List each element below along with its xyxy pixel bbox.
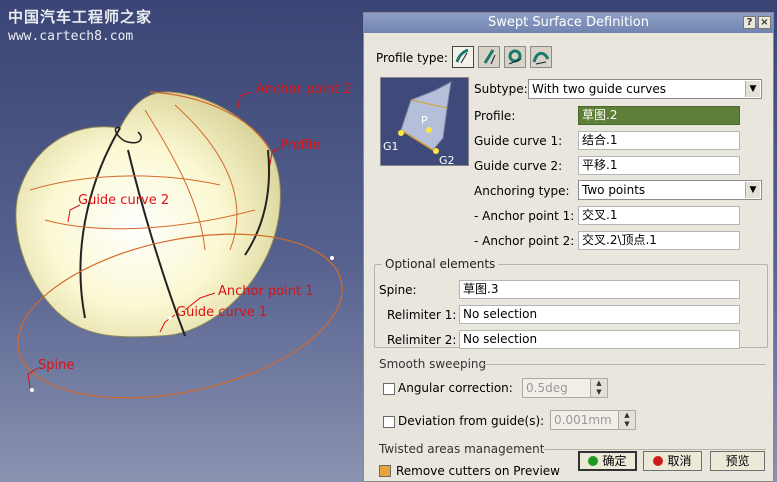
relimiter-1-field[interactable]: No selection	[459, 305, 740, 324]
relimiter-1-label: Relimiter 1:	[387, 308, 457, 322]
guide-curve-1-label: Guide curve 1:	[474, 134, 563, 148]
spinner-arrows-icon[interactable]: ▲ ▼	[590, 379, 607, 397]
cancel-button[interactable]: 取消	[643, 451, 702, 471]
label-profile: Profile	[280, 138, 321, 153]
guide-curve-1-field[interactable]: 结合.1	[578, 131, 740, 150]
dialog-title: Swept Surface Definition	[488, 15, 649, 30]
spine-label: Spine:	[379, 283, 417, 297]
twisted-areas-title: Twisted areas management	[379, 442, 545, 456]
label-guide-curve-1: Guide curve 1	[176, 305, 268, 320]
cancel-button-label: 取消	[667, 454, 692, 468]
preview-p-label: P	[421, 114, 428, 127]
angular-correction-input[interactable]: 0.5deg ▲ ▼	[522, 378, 608, 398]
anchoring-type-value: Two points	[582, 183, 646, 197]
swept-surface	[15, 91, 281, 338]
deviation-input[interactable]: 0.001mm ▲ ▼	[550, 410, 636, 430]
angular-correction-label: Angular correction:	[398, 381, 513, 395]
anchor-point-1-label: - Anchor point 1:	[474, 209, 575, 223]
remove-cutters-label: Remove cutters on Preview	[396, 464, 560, 478]
swept-surface-dialog: Swept Surface Definition ? × Profile typ…	[363, 12, 774, 482]
label-anchor-point-2: Anchor point 2	[256, 82, 352, 97]
optional-elements-title: Optional elements	[382, 257, 499, 271]
angular-correction-checkbox[interactable]	[383, 383, 395, 395]
subtype-label: Subtype:	[474, 82, 528, 96]
relimiter-2-label: Relimiter 2:	[387, 333, 457, 347]
ok-icon	[588, 456, 599, 466]
subtype-select[interactable]: With two guide curves ▼	[528, 79, 762, 99]
preview-g1-label: G1	[383, 140, 399, 153]
preview-button[interactable]: 预览	[710, 451, 765, 471]
explicit-profile-icon[interactable]	[452, 46, 474, 68]
conic-profile-icon[interactable]	[530, 46, 552, 68]
smooth-sweeping-divider	[484, 364, 766, 365]
watermark-title: 中国汽车工程师之家	[8, 8, 153, 26]
watermark-url: www.cartech8.com	[8, 29, 134, 44]
anchoring-type-select[interactable]: Two points ▼	[578, 180, 762, 200]
deviation-label: Deviation from guide(s):	[398, 414, 545, 428]
relimiter-2-field[interactable]: No selection	[459, 330, 740, 349]
subtype-value: With two guide curves	[532, 82, 666, 96]
cancel-icon	[653, 456, 664, 466]
label-anchor-point-1: Anchor point 1	[218, 284, 314, 299]
ok-button-label: 确定	[602, 454, 627, 468]
deviation-value: 0.001mm	[554, 413, 612, 427]
profile-field[interactable]: 草图.2	[578, 106, 740, 125]
anchor-point-2-field[interactable]: 交叉.2\顶点.1	[578, 231, 740, 250]
anchoring-type-label: Anchoring type:	[474, 184, 570, 198]
chevron-down-icon[interactable]: ▼	[745, 182, 760, 198]
remove-cutters-checkbox[interactable]	[379, 465, 391, 477]
profile-label: Profile:	[474, 109, 516, 123]
spine-field[interactable]: 草图.3	[459, 280, 740, 299]
smooth-sweeping-title: Smooth sweeping	[379, 357, 487, 371]
guide-curve-2-field[interactable]: 平移.1	[578, 156, 740, 175]
profile-type-label: Profile type:	[376, 51, 448, 65]
twisted-areas-divider	[544, 449, 766, 450]
label-spine: Spine	[38, 358, 75, 373]
preview-g2-label: G2	[439, 154, 455, 165]
deviation-checkbox[interactable]	[383, 416, 395, 428]
angular-correction-value: 0.5deg	[526, 381, 568, 395]
ok-button[interactable]: 确定	[578, 451, 637, 471]
spinner-arrows-icon[interactable]: ▲ ▼	[618, 411, 635, 429]
help-icon[interactable]: ?	[743, 16, 756, 29]
label-guide-curve-2: Guide curve 2	[78, 193, 170, 208]
anchor-point-1-field[interactable]: 交叉.1	[578, 206, 740, 225]
line-profile-icon[interactable]	[478, 46, 500, 68]
preview-button-label: 预览	[725, 454, 750, 468]
circle-profile-icon[interactable]	[504, 46, 526, 68]
dialog-titlebar[interactable]: Swept Surface Definition ? ×	[364, 13, 773, 33]
guide-curve-2-label: Guide curve 2:	[474, 159, 563, 173]
subtype-preview-image: G1 G2 P	[380, 77, 469, 167]
close-icon[interactable]: ×	[758, 16, 771, 29]
chevron-down-icon[interactable]: ▼	[745, 81, 760, 97]
anchor-point-2-label: - Anchor point 2:	[474, 234, 575, 248]
